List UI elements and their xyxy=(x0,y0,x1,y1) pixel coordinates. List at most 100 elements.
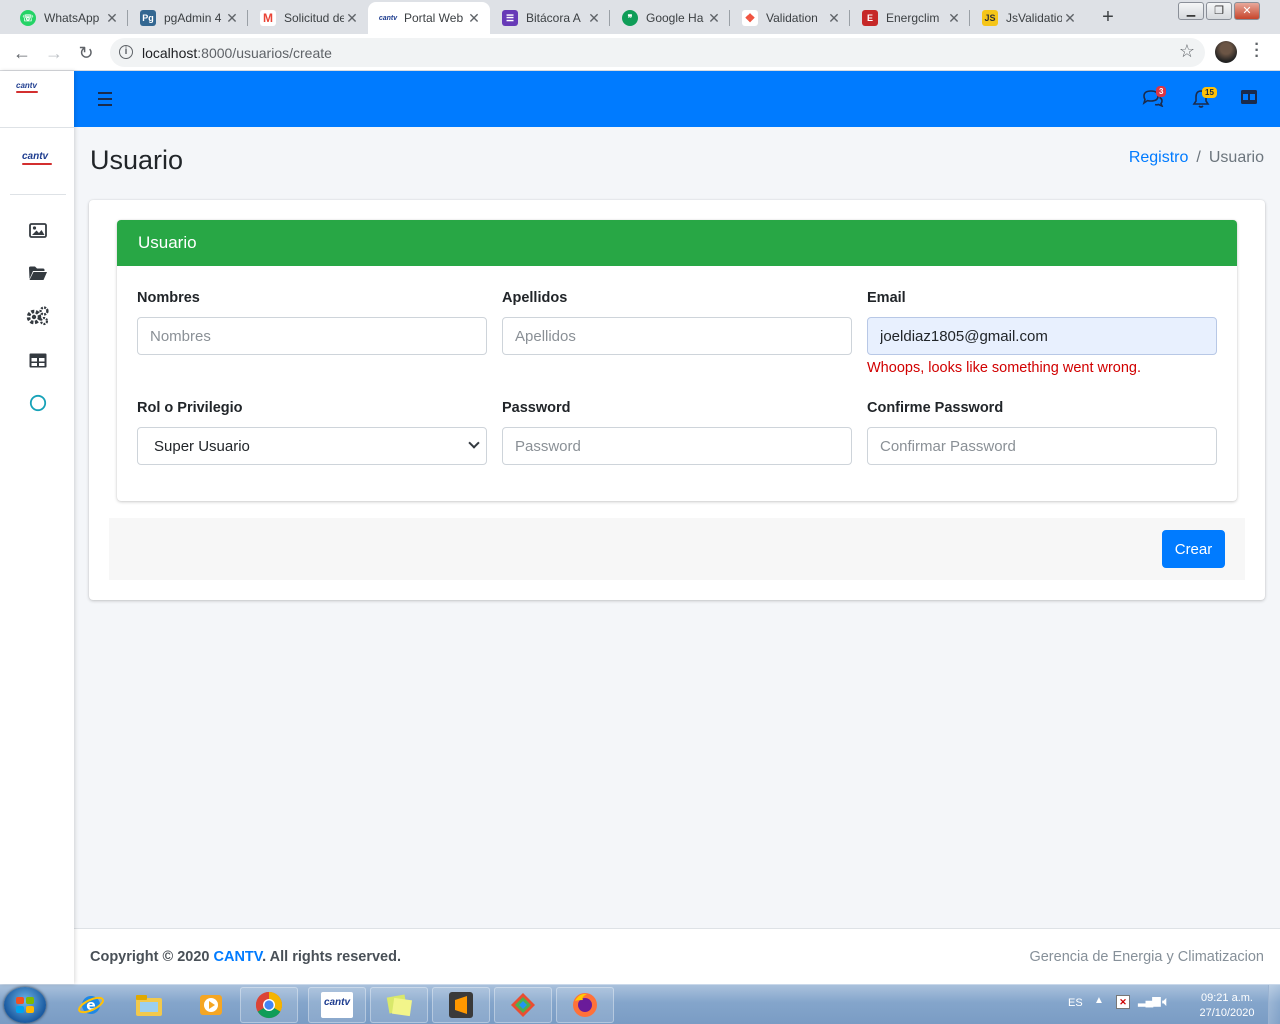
laravel-icon: ❖ xyxy=(742,10,758,26)
windows-taskbar: e cantv ES ▲ ✕ ▂▄▆ 🔈︎ 09:21 a.m. 27/10/2… xyxy=(0,984,1280,1024)
folder-open-icon[interactable] xyxy=(26,261,50,285)
restore-icon[interactable]: ❐ xyxy=(1206,2,1232,20)
firefox-icon[interactable] xyxy=(556,987,614,1023)
clock-date: 27/10/2020 xyxy=(1199,1007,1255,1019)
table-icon[interactable] xyxy=(26,348,50,372)
messages-icon[interactable]: 3 xyxy=(1142,86,1167,109)
menu-toggle-icon[interactable] xyxy=(98,92,112,106)
jsvalidation-icon: JS xyxy=(982,10,998,26)
email-error-message: Whoops, looks like something went wrong. xyxy=(867,360,1142,376)
top-navbar: 3 15 xyxy=(74,71,1280,127)
apellidos-label: Apellidos xyxy=(502,290,568,306)
breadcrumb-link-registro[interactable]: Registro xyxy=(1129,149,1189,166)
media-player-icon[interactable] xyxy=(182,987,240,1023)
tab-whatsapp[interactable]: ☏ WhatsApp ✕ xyxy=(8,2,128,34)
password-input[interactable] xyxy=(502,427,852,465)
close-tab-icon[interactable]: ✕ xyxy=(946,10,962,27)
tab-title: pgAdmin 4 xyxy=(164,11,222,25)
sticky-notes-icon[interactable] xyxy=(370,987,428,1023)
internet-explorer-icon[interactable]: e xyxy=(62,987,120,1023)
clock[interactable]: 09:21 a.m. 27/10/2020 xyxy=(1192,991,1262,1021)
rol-select[interactable]: Super Usuario xyxy=(137,427,487,465)
gmail-icon: M xyxy=(260,10,276,26)
chrome-icon[interactable] xyxy=(240,987,298,1023)
forms-icon: ☰ xyxy=(502,10,518,26)
address-bar[interactable]: i localhost:8000/usuarios/create ☆ xyxy=(110,38,1205,67)
network-signal-icon[interactable]: ▂▄▆ xyxy=(1138,994,1161,1007)
tab-validation[interactable]: ❖ Validation ✕ xyxy=(730,2,850,34)
tab-energclim[interactable]: E Energclim ✕ xyxy=(850,2,970,34)
tab-title: Solicitud de xyxy=(284,11,344,25)
breadcrumb-current: Usuario xyxy=(1208,149,1264,166)
language-indicator[interactable]: ES xyxy=(1068,997,1083,1009)
rol-label: Rol o Privilegio xyxy=(137,400,243,416)
tab-title: JsValidatio xyxy=(1006,11,1062,25)
forward-arrow-icon[interactable]: → xyxy=(42,41,66,65)
pgadmin-icon: Pg xyxy=(140,10,156,26)
sidebar: cantv cantv xyxy=(0,71,74,984)
apellidos-input[interactable] xyxy=(502,317,852,355)
close-tab-icon[interactable]: ✕ xyxy=(706,10,722,27)
show-desktop-button[interactable] xyxy=(1268,985,1280,1024)
form-panel-header: Usuario xyxy=(117,220,1237,266)
browser-menu-icon[interactable]: · · · xyxy=(1254,37,1260,65)
close-tab-icon[interactable]: ✕ xyxy=(344,10,360,27)
copyright-brand-link[interactable]: CANTV xyxy=(214,949,263,965)
cogs-icon[interactable] xyxy=(26,304,50,328)
tab-google-hangouts[interactable]: ❞ Google Ha ✕ xyxy=(610,2,730,34)
apellidos-group: Apellidos xyxy=(502,290,852,355)
notifications-badge: 15 xyxy=(1202,87,1217,98)
close-tab-icon[interactable]: ✕ xyxy=(224,10,240,27)
brand-logo[interactable]: cantv xyxy=(22,151,52,165)
url-text: localhost:8000/usuarios/create xyxy=(142,45,332,61)
password-group: Password xyxy=(502,400,852,465)
tab-pgadmin[interactable]: Pg pgAdmin 4 ✕ xyxy=(128,2,248,34)
cantv-app-icon[interactable]: cantv xyxy=(308,987,366,1023)
nombres-input[interactable] xyxy=(137,317,487,355)
confirm-password-group: Confirme Password xyxy=(867,400,1217,465)
back-arrow-icon[interactable]: ← xyxy=(10,41,34,65)
close-tab-icon[interactable]: ✕ xyxy=(1062,10,1078,27)
file-explorer-icon[interactable] xyxy=(120,987,178,1023)
tab-portal-web[interactable]: cantv Portal Web ✕ xyxy=(368,2,490,34)
new-tab-button[interactable]: + xyxy=(1096,6,1120,30)
clock-time: 09:21 a.m. xyxy=(1201,992,1253,1004)
close-tab-icon[interactable]: ✕ xyxy=(826,10,842,27)
image-icon[interactable] xyxy=(26,218,50,242)
tab-jsvalidation[interactable]: JS JsValidatio ✕ xyxy=(970,2,1086,34)
git-client-icon[interactable] xyxy=(494,987,552,1023)
tab-title: Portal Web xyxy=(404,11,464,25)
messages-badge: 3 xyxy=(1156,86,1167,97)
close-window-icon[interactable]: ✕ xyxy=(1234,2,1260,20)
action-center-flag-icon[interactable]: ✕ xyxy=(1116,995,1130,1009)
crear-button[interactable]: Crear xyxy=(1162,530,1225,568)
browser-tab-strip: ☏ WhatsApp ✕ Pg pgAdmin 4 ✕ M Solicitud … xyxy=(0,0,1280,34)
close-tab-icon[interactable]: ✕ xyxy=(466,10,482,27)
email-label: Email xyxy=(867,290,906,306)
notifications-bell-icon[interactable]: 15 xyxy=(1192,87,1217,109)
tab-title: Validation xyxy=(766,11,818,25)
profile-avatar[interactable] xyxy=(1215,41,1237,63)
close-tab-icon[interactable]: ✕ xyxy=(104,10,120,27)
volume-icon[interactable]: 🔈︎ xyxy=(1162,993,1170,1010)
show-hidden-icons-arrow-icon[interactable]: ▲ xyxy=(1094,995,1104,1006)
card-footer: Crear xyxy=(109,518,1245,580)
minimize-icon[interactable]: ▁ xyxy=(1178,2,1204,20)
site-info-icon[interactable]: i xyxy=(119,45,133,59)
bookmark-star-icon[interactable]: ☆ xyxy=(1179,41,1195,62)
circle-icon[interactable] xyxy=(26,391,50,415)
confirm-password-input[interactable] xyxy=(867,427,1217,465)
start-button[interactable] xyxy=(4,987,46,1023)
control-sidebar-icon[interactable] xyxy=(1240,89,1262,109)
tab-bitacora[interactable]: ☰ Bitácora A ✕ xyxy=(490,2,610,34)
cantv-icon: cantv xyxy=(379,10,397,26)
reload-icon[interactable]: ↻ xyxy=(74,41,98,65)
tab-gmail[interactable]: M Solicitud de ✕ xyxy=(248,2,368,34)
hangouts-icon: ❞ xyxy=(622,10,638,26)
email-input[interactable] xyxy=(867,317,1217,355)
sublime-text-icon[interactable] xyxy=(432,987,490,1023)
tab-title: Energclim xyxy=(886,11,940,25)
brand-logo-small[interactable]: cantv xyxy=(16,81,38,93)
close-tab-icon[interactable]: ✕ xyxy=(586,10,602,27)
user-form-card: Usuario Nombres Apellidos Email Whoops, … xyxy=(89,200,1265,600)
